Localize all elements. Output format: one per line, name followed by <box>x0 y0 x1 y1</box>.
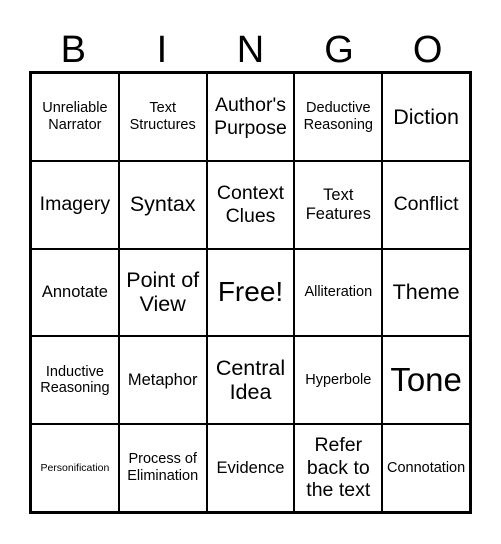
bingo-cell[interactable]: Central Idea <box>206 336 295 425</box>
bingo-cell[interactable]: Conflict <box>382 160 470 249</box>
bingo-cell[interactable]: Inductive Reasoning <box>31 336 119 425</box>
bingo-cell[interactable]: Imagery <box>31 160 119 249</box>
bingo-cell[interactable]: Process of Elimination <box>118 424 207 512</box>
bingo-cell[interactable]: Text Features <box>294 160 383 249</box>
bingo-cell[interactable]: Evidence <box>206 424 295 512</box>
bingo-cell[interactable]: Point of View <box>118 248 207 337</box>
bingo-cell[interactable]: Alliteration <box>294 248 383 337</box>
bingo-cell[interactable]: Refer back to the text <box>294 424 383 512</box>
header-letter-o: O <box>412 29 443 71</box>
bingo-cell[interactable]: Syntax <box>118 160 207 249</box>
bingo-cell[interactable]: Deductive Reasoning <box>294 73 383 161</box>
bingo-header: B I N G O <box>29 28 472 72</box>
bingo-cell[interactable]: Diction <box>382 73 470 161</box>
free-space-cell[interactable]: Free! <box>206 248 295 337</box>
header-letter-i: I <box>156 29 168 71</box>
header-letter-g: G <box>324 29 354 71</box>
header-letter-b: B <box>60 29 86 71</box>
bingo-cell[interactable]: Metaphor <box>118 336 207 425</box>
bingo-cell[interactable]: Unreliable Narrator <box>31 73 119 161</box>
bingo-cell[interactable]: Theme <box>382 248 470 337</box>
bingo-cell[interactable]: Personification <box>31 424 119 512</box>
bingo-cell[interactable]: Author's Purpose <box>206 73 295 161</box>
bingo-cell[interactable]: Annotate <box>31 248 119 337</box>
bingo-cell[interactable]: Tone <box>382 336 470 425</box>
bingo-cell[interactable]: Connotation <box>382 424 470 512</box>
header-letter-n: N <box>236 29 265 71</box>
bingo-grid: Unreliable Narrator Text Structures Auth… <box>29 71 472 514</box>
bingo-cell[interactable]: Context Clues <box>206 160 295 249</box>
bingo-cell[interactable]: Text Structures <box>118 73 207 161</box>
bingo-cell[interactable]: Hyperbole <box>294 336 383 425</box>
